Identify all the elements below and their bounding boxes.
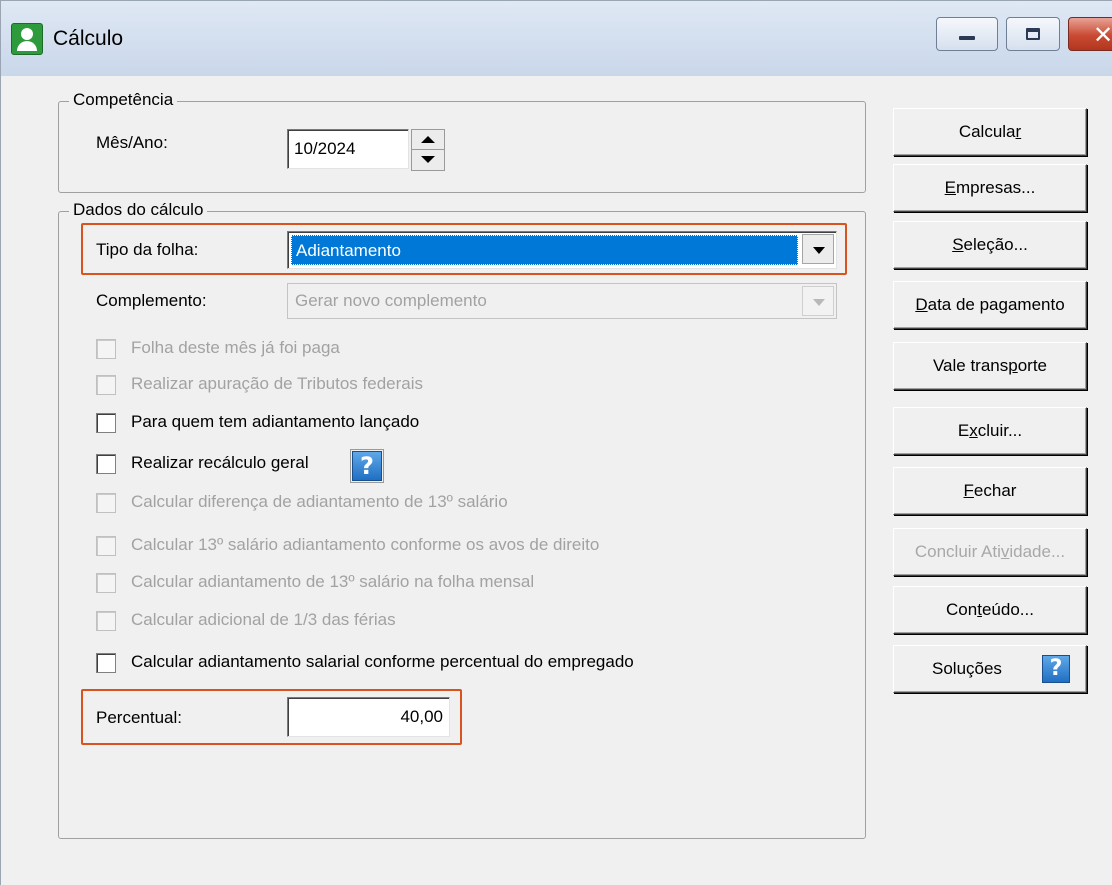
spin-up-button[interactable] bbox=[412, 130, 444, 150]
minimize-icon bbox=[959, 36, 975, 40]
button-label: Vale transporte bbox=[932, 356, 1048, 375]
excluir-button[interactable]: Excluir... bbox=[893, 407, 1087, 455]
tipo-folha-value: Adiantamento bbox=[296, 241, 401, 260]
tipo-folha-dropdown-button[interactable] bbox=[802, 234, 834, 264]
check-label: Calcular diferença de adiantamento de 13… bbox=[131, 492, 508, 511]
mes-ano-label: Mês/Ano: bbox=[96, 133, 168, 152]
calcular-button[interactable]: Calcular bbox=[893, 108, 1087, 156]
solucoes-label: Soluções bbox=[932, 659, 1002, 678]
tipo-folha-select[interactable]: Adiantamento bbox=[287, 231, 837, 269]
checkbox[interactable] bbox=[96, 573, 116, 593]
fechar-button[interactable]: Fechar bbox=[893, 467, 1087, 515]
complemento-label: Complemento: bbox=[96, 291, 207, 310]
check-label: Realizar apuração de Tributos federais bbox=[131, 374, 423, 393]
competencia-group: Competência bbox=[58, 90, 866, 193]
close-button[interactable]: ✕ bbox=[1068, 17, 1112, 51]
recalculo-help-icon[interactable]: ? bbox=[350, 449, 384, 483]
solucoes-help-icon: ? bbox=[1042, 655, 1070, 683]
chevron-down-icon bbox=[813, 299, 825, 306]
data-pagamento-button[interactable]: Data de pagamento bbox=[893, 281, 1087, 329]
button-label: Fechar bbox=[963, 481, 1017, 500]
solucoes-button[interactable]: Soluções ? bbox=[893, 645, 1087, 693]
mes-ano-field[interactable]: 10/2024 bbox=[287, 129, 409, 169]
button-label: Concluir Atividade... bbox=[914, 542, 1066, 561]
conteudo-button[interactable]: Conteúdo... bbox=[893, 586, 1087, 634]
checkbox[interactable] bbox=[96, 413, 116, 433]
calculo-window: Cálculo ✕ Competência Mês/Ano: 10/2024 D… bbox=[0, 0, 1112, 885]
check-label: Calcular 13º salário adiantamento confor… bbox=[131, 535, 600, 554]
checkbox[interactable] bbox=[96, 493, 116, 513]
mes-ano-value: 10/2024 bbox=[294, 139, 356, 158]
complemento-value: Gerar novo complemento bbox=[295, 291, 487, 310]
button-label: Calcular bbox=[958, 122, 1022, 141]
button-label: Conteúdo... bbox=[946, 600, 1034, 619]
chevron-down-icon bbox=[813, 247, 825, 254]
checkbox[interactable] bbox=[96, 339, 116, 359]
check-label: Calcular adiantamento de 13º salário na … bbox=[131, 572, 535, 591]
check-label: Realizar recálculo geral bbox=[131, 453, 309, 472]
title-bar[interactable]: Cálculo ✕ bbox=[1, 1, 1112, 76]
maximize-button[interactable] bbox=[1006, 17, 1060, 51]
minimize-button[interactable] bbox=[936, 17, 998, 51]
maximize-icon bbox=[1026, 28, 1040, 40]
tipo-folha-label: Tipo da folha: bbox=[96, 240, 199, 259]
user-app-icon bbox=[11, 23, 43, 55]
button-label: Data de pagamento bbox=[915, 295, 1065, 314]
complemento-select[interactable]: Gerar novo complemento bbox=[287, 283, 837, 319]
checkbox[interactable] bbox=[96, 653, 116, 673]
checkbox[interactable] bbox=[96, 375, 116, 395]
vale-transporte-button[interactable]: Vale transporte bbox=[893, 342, 1087, 390]
selecao-button[interactable]: Seleção... bbox=[893, 221, 1087, 269]
checkbox[interactable] bbox=[96, 611, 116, 631]
close-icon: ✕ bbox=[1093, 21, 1112, 49]
check-label: Para quem tem adiantamento lançado bbox=[131, 412, 420, 431]
button-label: Seleção... bbox=[952, 235, 1028, 254]
window-title: Cálculo bbox=[53, 27, 124, 50]
mes-ano-spinner[interactable] bbox=[411, 129, 445, 171]
percentual-value: 40,00 bbox=[400, 707, 443, 726]
arrow-down-icon bbox=[421, 156, 435, 163]
percentual-label: Percentual: bbox=[96, 708, 182, 727]
check-label: Calcular adicional de 1/3 das férias bbox=[131, 610, 396, 629]
spin-down-button[interactable] bbox=[412, 150, 444, 170]
competencia-legend: Competência bbox=[69, 90, 178, 110]
percentual-input[interactable]: 40,00 bbox=[287, 697, 450, 737]
button-label: Excluir... bbox=[957, 421, 1023, 440]
arrow-up-icon bbox=[421, 136, 435, 143]
checkbox[interactable] bbox=[96, 536, 116, 556]
button-label: Empresas... bbox=[944, 178, 1036, 197]
check-label: Folha deste mês já foi paga bbox=[131, 338, 340, 357]
complemento-dropdown-button[interactable] bbox=[802, 286, 834, 316]
dados-calculo-legend: Dados do cálculo bbox=[69, 200, 208, 220]
checkbox[interactable] bbox=[96, 454, 116, 474]
concluir-atividade-button[interactable]: Concluir Atividade... bbox=[893, 528, 1087, 576]
empresas-button[interactable]: Empresas... bbox=[893, 164, 1087, 212]
tipo-folha-selection: Adiantamento bbox=[291, 235, 798, 265]
check-label: Calcular adiantamento salarial conforme … bbox=[131, 652, 634, 671]
